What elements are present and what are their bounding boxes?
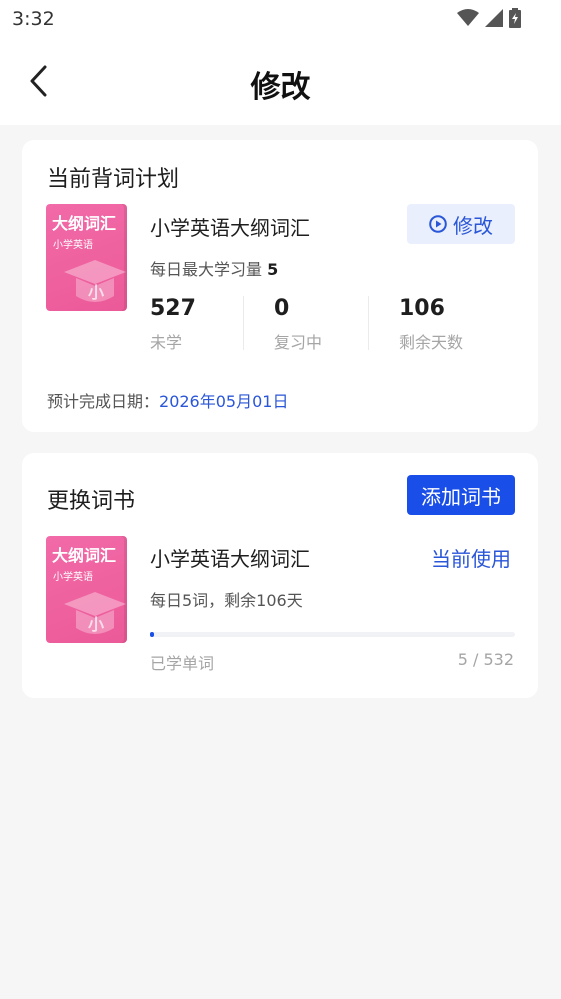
stat-label: 未学 [150, 333, 183, 352]
status-icons [457, 8, 521, 28]
book-cover-title: 大纲词汇 [52, 546, 117, 565]
divider [368, 296, 369, 350]
stat-value: 527 [150, 296, 196, 321]
status-bar: 3:32 [0, 0, 561, 40]
divider [243, 296, 244, 350]
stat-remaining-days: 106 剩余天数 [399, 296, 463, 353]
modify-button-label: 修改 [453, 213, 493, 238]
learned-words-label: 已学单词 [150, 654, 215, 673]
add-book-button[interactable]: 添加词书 [407, 475, 515, 515]
stat-label: 剩余天数 [399, 333, 464, 352]
stat-unlearned: 527 未学 [150, 296, 196, 353]
progress-bar [150, 632, 515, 637]
book-name: 小学英语大纲词汇 [150, 547, 310, 571]
estimated-completion: 预计完成日期：2026年05月01日 [47, 388, 288, 412]
daily-max-label: 每日最大学习量 [150, 260, 263, 279]
graduation-cap-icon: 小 [64, 260, 126, 302]
learned-words-count: 5 / 532 [457, 650, 514, 669]
signal-icon [485, 9, 503, 27]
book-cover-subtitle: 小学英语 [53, 572, 93, 583]
stat-value: 106 [399, 296, 445, 321]
daily-max: 每日最大学习量 5 [150, 256, 278, 280]
current-plan-card: 当前背词计划 大纲词汇 小学英语 小 小学英语大纲词汇 每日最大学习量 5 修改… [22, 140, 538, 432]
header: 修改 [0, 40, 561, 125]
change-book-card: 更换词书 添加词书 大纲词汇 小学英语 小 小学英语大纲词汇 当前使用 每日5词… [22, 453, 538, 698]
graduation-cap-icon: 小 [64, 592, 126, 634]
book-cover-title: 大纲词汇 [52, 214, 117, 233]
page-title: 修改 [250, 70, 311, 105]
play-circle-icon [429, 215, 447, 233]
current-use-label[interactable]: 当前使用 [431, 543, 511, 572]
stat-label: 复习中 [274, 333, 323, 352]
status-time: 3:32 [12, 8, 55, 30]
svg-text:小: 小 [88, 283, 104, 302]
modify-button[interactable]: 修改 [407, 204, 515, 244]
wifi-icon [457, 9, 479, 26]
battery-icon [509, 8, 521, 28]
eta-label: 预计完成日期： [47, 392, 160, 411]
stat-value: 0 [274, 296, 290, 321]
book-cover: 大纲词汇 小学英语 小 [46, 204, 127, 311]
svg-text:小: 小 [88, 615, 104, 634]
stat-reviewing: 0 复习中 [274, 296, 322, 353]
book-cover-subtitle: 小学英语 [53, 240, 93, 251]
book-summary: 每日5词，剩余106天 [150, 591, 303, 610]
book-cover: 大纲词汇 小学英语 小 [46, 536, 127, 643]
book-name: 小学英语大纲词汇 [150, 216, 310, 240]
eta-date: 2026年05月01日 [159, 392, 289, 411]
daily-max-value: 5 [267, 260, 279, 279]
current-plan-title: 当前背词计划 [47, 167, 180, 192]
change-book-title: 更换词书 [47, 489, 136, 514]
progress-fill [150, 632, 154, 637]
